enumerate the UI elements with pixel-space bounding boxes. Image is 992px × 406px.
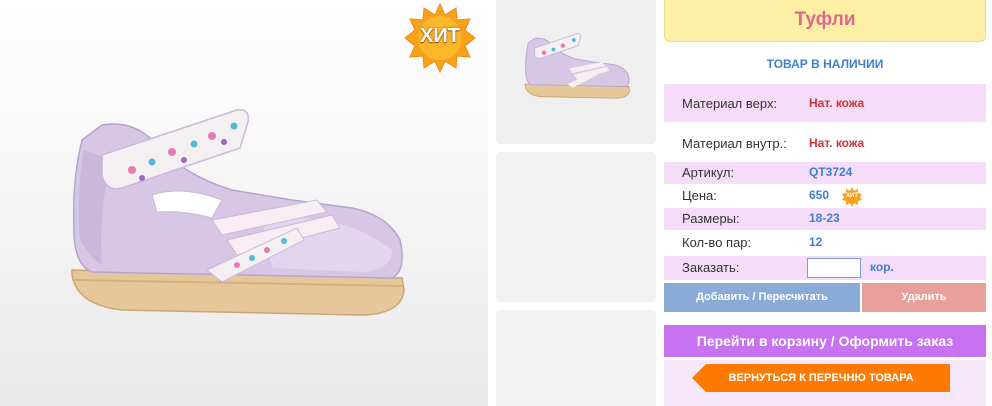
spec-value: Нат. кожа — [809, 96, 865, 110]
thumbnail[interactable] — [496, 310, 656, 406]
shoe-image — [71, 109, 405, 316]
spec-label: Материал верх: — [682, 96, 778, 111]
spec-row-sizes: Размеры: 18-23 — [664, 208, 986, 230]
spec-label: Цена: — [682, 188, 717, 203]
product-details-panel: Туфли ТОВАР В НАЛИЧИИ Материал верх: Нат… — [664, 0, 986, 406]
hit-badge-label: ХИТ — [420, 25, 460, 47]
product-main-image[interactable]: ХИТ — [0, 0, 488, 406]
stock-status: ТОВАР В НАЛИЧИИ — [766, 57, 884, 71]
shoe-thumbnail-image — [524, 33, 630, 99]
thumbnail[interactable] — [496, 0, 656, 144]
spec-row-article: Артикул: QT3724 — [664, 162, 986, 184]
hit-badge: ХИТ — [404, 2, 476, 74]
spec-row-material-top: Материал верх: Нат. кожа — [664, 84, 986, 122]
spec-label: Материал внутр.: — [682, 136, 787, 151]
hit-small-badge: ХИТ — [842, 187, 862, 207]
go-to-cart-button[interactable]: Перейти в корзину / Оформить заказ — [664, 325, 986, 357]
spec-row-pairs: Кол-во пар: 12 — [664, 231, 986, 255]
spec-value: 18-23 — [809, 211, 840, 225]
add-recalculate-button[interactable]: Добавить / Пересчитать — [664, 283, 860, 312]
spec-label: Кол-во пар: — [682, 235, 752, 250]
spec-value: Нат. кожа — [809, 136, 865, 150]
order-row: Заказать: кор. — [664, 256, 986, 280]
order-quantity-input[interactable] — [807, 258, 861, 278]
delete-button[interactable]: Удалить — [862, 283, 986, 312]
order-label: Заказать: — [682, 260, 740, 275]
thumbnail-list — [496, 0, 656, 406]
back-button-area: ВЕРНУТЬСЯ К ПЕРЕЧНЮ ТОВАРА — [664, 360, 986, 406]
spec-row-price: Цена: 650 ХИТ — [664, 185, 986, 207]
order-unit: кор. — [870, 260, 894, 274]
spec-value: QT3724 — [809, 165, 853, 179]
spec-row-material-inner: Материал внутр.: Нат. кожа — [664, 124, 986, 160]
thumbnail[interactable] — [496, 152, 656, 302]
spec-value: 12 — [809, 235, 823, 249]
price-value: 650 — [809, 188, 830, 202]
hit-small-label: ХИТ — [846, 193, 858, 199]
spec-label: Размеры: — [682, 211, 740, 226]
product-title: Туфли — [664, 0, 986, 42]
back-to-list-button[interactable]: ВЕРНУТЬСЯ К ПЕРЕЧНЮ ТОВАРА — [692, 364, 950, 392]
spec-label: Артикул: — [682, 165, 735, 180]
